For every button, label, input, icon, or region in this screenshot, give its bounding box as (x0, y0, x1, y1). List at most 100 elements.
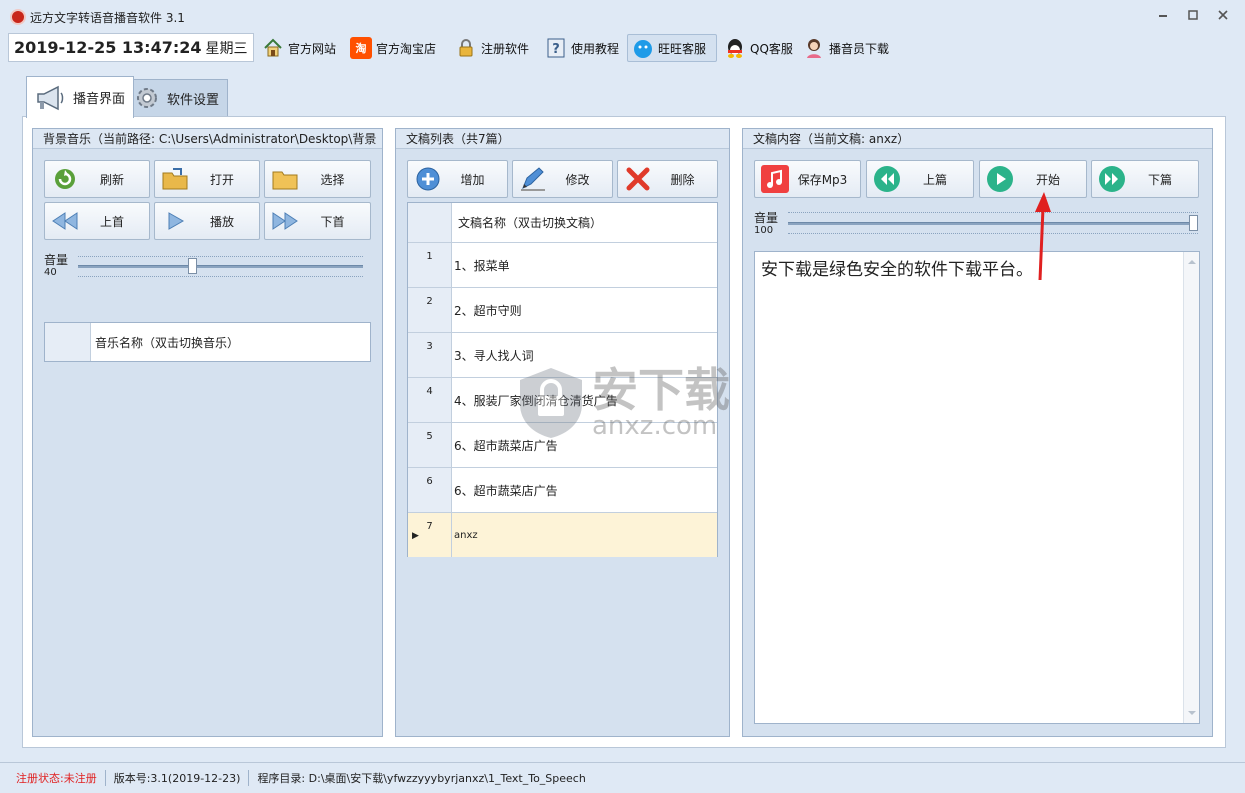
official-site-label: 官方网站 (288, 41, 337, 56)
previous-draft-label: 上篇 (922, 172, 947, 187)
select-music-button[interactable]: 选择 (264, 160, 371, 198)
taobao-icon: 淘 (350, 37, 372, 59)
register-software-label: 注册软件 (481, 41, 530, 56)
music-volume-ticks-top (78, 256, 363, 258)
qq-icon (728, 39, 742, 58)
announcer-download-label: 播音员下载 (829, 41, 890, 56)
music-list-corner (45, 323, 91, 361)
watermark-en: anxz.com (592, 411, 718, 441)
previous-track-button[interactable]: 上首 (44, 202, 150, 240)
refresh-icon (55, 169, 75, 189)
gear-icon (137, 88, 157, 108)
draft-name[interactable]: anxz (452, 513, 717, 557)
previous-draft-button[interactable]: 上篇 (866, 160, 974, 198)
draft-name[interactable]: 1、报菜单 (452, 243, 717, 287)
drafts-table-header: 文稿名称（双击切换文稿） (408, 203, 717, 243)
register-software-button[interactable]: 注册软件 (455, 34, 529, 62)
drafts-panel-header: 文稿列表（共7篇） (396, 129, 729, 149)
refresh-music-button[interactable]: 刷新 (44, 160, 150, 198)
top-toolbar: 2019-12-25 13:47:24 星期三 官方网站 淘 官方淘宝店 注册软件… (0, 32, 1245, 64)
tab-settings-label: 软件设置 (167, 92, 220, 108)
qq-service-label: QQ客服 (750, 41, 793, 56)
close-icon (1218, 10, 1228, 20)
editor-scrollbar[interactable] (1183, 252, 1199, 723)
scroll-down-icon[interactable] (1184, 705, 1200, 721)
play-music-button[interactable]: 播放 (154, 202, 260, 240)
content-panel-header: 文稿内容（当前文稿: anxz） (743, 129, 1212, 149)
delete-draft-label: 删除 (670, 172, 695, 187)
drafts-table-corner (408, 203, 452, 242)
speech-volume-track[interactable] (788, 222, 1198, 225)
music-volume-track[interactable] (78, 265, 363, 268)
add-draft-button[interactable]: 增加 (407, 160, 508, 198)
row-number-text: 7 (426, 521, 433, 532)
play-label: 播放 (209, 214, 234, 229)
announcer-download-button[interactable]: 播音员下载 (803, 34, 889, 62)
qq-service-button[interactable]: QQ客服 (724, 34, 793, 62)
current-row-marker: ▶ (412, 531, 419, 541)
megaphone-icon (37, 85, 64, 110)
program-directory: 程序目录: D:\桌面\安下载\yfwzzyyybyrjanxz\1_Text_… (257, 772, 586, 785)
speech-volume-value: 100 (754, 225, 774, 236)
draft-name[interactable]: 2、超市守则 (452, 288, 717, 332)
select-label: 选择 (320, 172, 345, 187)
draft-text[interactable]: 安下载是绿色安全的软件下载平台。 (761, 260, 1033, 280)
add-icon (416, 167, 440, 191)
next-track-button[interactable]: 下首 (264, 202, 371, 240)
play-icon (168, 212, 185, 230)
clock-weekday: 星期三 (205, 41, 248, 57)
scroll-up-icon[interactable] (1184, 254, 1200, 270)
delete-draft-button[interactable]: 删除 (617, 160, 718, 198)
next-draft-button[interactable]: 下篇 (1091, 160, 1199, 198)
row-number: 6 (408, 468, 452, 512)
draft-name[interactable]: 6、超市蔬菜店广告 (452, 468, 717, 512)
home-icon (264, 38, 282, 57)
row-number: 1 (408, 243, 452, 287)
status-separator (104, 770, 106, 786)
forward-circle-icon (1099, 166, 1125, 192)
row-number: 2 (408, 288, 452, 332)
tutorial-button[interactable]: ? 使用教程 (545, 34, 619, 62)
start-reading-label: 开始 (1035, 172, 1060, 187)
speech-volume-ticks-bottom (788, 233, 1198, 235)
shield-icon (520, 368, 582, 438)
taobao-store-button[interactable]: 淘 官方淘宝店 (350, 34, 436, 62)
table-row[interactable]: 2 2、超市守则 (408, 288, 717, 333)
draft-column-header[interactable]: 文稿名称（双击切换文稿） (452, 203, 717, 242)
speech-volume-label: 音量 (754, 211, 779, 225)
refresh-label: 刷新 (99, 172, 124, 187)
save-mp3-label: 保存Mp3 (797, 172, 848, 187)
table-row-selected[interactable]: 7 ▶ anxz (408, 513, 717, 557)
folder-icon (272, 171, 298, 190)
tab-broadcast[interactable]: 播音界面 (26, 76, 135, 118)
wangwang-service-button[interactable]: 旺旺客服 (627, 34, 717, 62)
open-folder-icon (162, 168, 188, 190)
save-mp3-button[interactable]: 保存Mp3 (754, 160, 861, 198)
music-volume-slider-thumb[interactable] (188, 258, 197, 274)
table-row[interactable]: 6 6、超市蔬菜店广告 (408, 468, 717, 513)
open-music-button[interactable]: 打开 (154, 160, 260, 198)
edit-draft-button[interactable]: 修改 (512, 160, 613, 198)
annotation-arrow-icon (1035, 192, 1051, 281)
svg-text:?: ? (552, 42, 560, 57)
close-button[interactable] (1211, 8, 1235, 26)
tab-settings[interactable]: 软件设置 (124, 79, 229, 116)
wangwang-icon (634, 40, 652, 58)
music-note-icon (761, 165, 789, 193)
music-column-header[interactable]: 音乐名称（双击切换音乐） (95, 323, 239, 361)
table-row[interactable]: 1 1、报菜单 (408, 243, 717, 288)
pencil-icon (521, 167, 545, 191)
music-panel-header: 背景音乐（当前路径: C:\Users\Administrator\Deskto… (33, 129, 382, 149)
tutorial-label: 使用教程 (571, 41, 620, 56)
draft-text-editor[interactable]: 安下载是绿色安全的软件下载平台。 (754, 251, 1200, 724)
open-label: 打开 (209, 172, 234, 187)
minimize-button[interactable] (1151, 8, 1175, 26)
music-volume-label: 音量 (44, 253, 69, 267)
watermark-text: 安下载 anxz.com (592, 367, 730, 439)
title-bar: 远方文字转语音播音软件 3.1 (0, 0, 1245, 32)
speech-volume-slider-thumb[interactable] (1189, 215, 1198, 231)
rewind-icon (52, 212, 78, 230)
official-site-button[interactable]: 官方网站 (262, 34, 336, 62)
maximize-button[interactable] (1181, 8, 1205, 26)
next-draft-label: 下篇 (1147, 172, 1172, 187)
